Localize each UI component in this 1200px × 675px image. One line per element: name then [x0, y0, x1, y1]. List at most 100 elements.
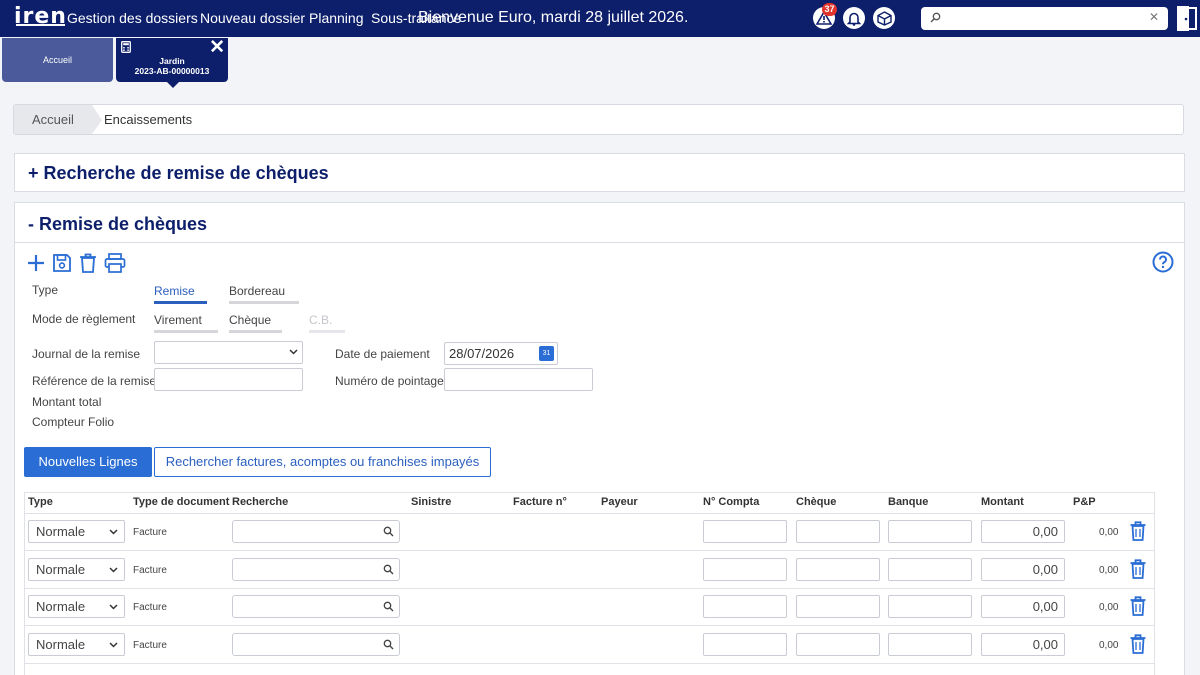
table-row: Normale Facture 0,00 0,00	[25, 589, 1154, 626]
row-type-value: Normale	[36, 561, 86, 577]
notifications-button[interactable]	[843, 7, 865, 29]
new-lines-button[interactable]: Nouvelles Lignes	[24, 447, 152, 477]
row-type-select[interactable]: Normale	[28, 557, 125, 581]
logout-icon[interactable]	[1176, 5, 1198, 32]
row-pp-value: 0,00	[1099, 527, 1119, 538]
col-sinistre: Sinistre	[411, 496, 452, 508]
remise-panel: - Remise de chèques Type Remise Borderea…	[14, 202, 1185, 675]
row-search-input[interactable]	[232, 595, 400, 618]
type-option-bordereau[interactable]: Bordereau	[229, 284, 299, 304]
help-icon[interactable]	[1152, 251, 1174, 273]
table-row: Normale Facture 0,00 0,00	[25, 514, 1154, 551]
col-banque: Banque	[888, 496, 929, 508]
app-logo[interactable]: iren	[14, 4, 67, 29]
row-search-input[interactable]	[232, 632, 400, 656]
row-cheque-input[interactable]	[796, 632, 880, 656]
row-pp-value: 0,00	[1099, 639, 1119, 651]
row-search-input[interactable]	[232, 557, 400, 581]
row-compta-input[interactable]	[703, 632, 787, 656]
lines-table: Type Type de document Recherche Sinistre…	[24, 492, 1155, 675]
mode-option-cb: C.B.	[309, 313, 345, 333]
chevron-down-icon	[289, 349, 298, 355]
pointage-label: Numéro de pointage	[335, 374, 444, 388]
row-compta-input[interactable]	[703, 520, 787, 543]
chevron-down-icon	[109, 566, 118, 573]
journal-select[interactable]	[154, 341, 303, 364]
row-banque-input[interactable]	[888, 557, 972, 581]
chevron-down-icon	[109, 604, 118, 610]
col-cheque: Chèque	[796, 496, 837, 508]
trash-icon[interactable]	[1130, 521, 1146, 541]
box-icon	[876, 10, 892, 26]
mode-label: Mode de règlement	[32, 312, 136, 326]
date-label: Date de paiement	[335, 347, 430, 361]
trash-icon[interactable]	[1130, 558, 1146, 579]
tab-subtitle: 2023-AB-00000013	[134, 66, 210, 76]
welcome-message: Bienvenue Euro, mardi 28 juillet 2026.	[418, 9, 689, 26]
row-type-select[interactable]: Normale	[28, 520, 125, 543]
search-icon	[930, 12, 941, 23]
nav-gestion-dossiers[interactable]: Gestion des dossiers	[67, 10, 198, 26]
table-row: Normale Facture 0,00 0,00	[25, 552, 1154, 589]
calendar-icon[interactable]: 31	[539, 346, 554, 361]
row-banque-input[interactable]	[888, 520, 972, 543]
col-montant: Montant	[981, 496, 1024, 508]
save-icon[interactable]	[52, 253, 72, 273]
row-montant-input[interactable]: 0,00	[981, 557, 1065, 581]
row-type-select[interactable]: Normale	[28, 595, 125, 618]
row-pp-value: 0,00	[1099, 564, 1119, 576]
row-type-value: Normale	[36, 636, 86, 652]
remise-header[interactable]: - Remise de chèques	[28, 214, 207, 235]
search-invoices-button[interactable]: Rechercher factures, acomptes ou franchi…	[154, 447, 491, 477]
top-bar: iren Gestion des dossiers Nouveau dossie…	[0, 0, 1200, 37]
reference-input[interactable]	[154, 368, 303, 391]
trash-icon[interactable]	[79, 253, 97, 273]
mode-option-virement[interactable]: Virement	[154, 313, 218, 333]
row-montant-input[interactable]: 0,00	[981, 520, 1065, 543]
date-paiement-input[interactable]: 28/07/2026 31	[444, 342, 558, 365]
row-cheque-input[interactable]	[796, 557, 880, 581]
col-recherche: Recherche	[232, 496, 289, 508]
breadcrumb: Accueil Encaissements	[13, 104, 1184, 135]
row-compta-input[interactable]	[703, 557, 787, 581]
calculator-icon	[121, 41, 131, 53]
panel-divider	[15, 242, 1184, 243]
trash-icon[interactable]	[1130, 596, 1146, 616]
col-type-document: Type de document	[133, 496, 230, 508]
breadcrumb-separator	[92, 105, 102, 134]
row-type-select[interactable]: Normale	[28, 632, 125, 656]
type-label: Type	[32, 283, 59, 297]
row-banque-input[interactable]	[888, 595, 972, 618]
row-montant-input[interactable]: 0,00	[981, 632, 1065, 656]
trash-icon[interactable]	[1130, 633, 1146, 654]
nav-nouveau-dossier[interactable]: Nouveau dossier	[200, 10, 305, 26]
clear-icon[interactable]: ✕	[1149, 10, 1159, 24]
chevron-down-icon	[109, 529, 118, 535]
type-option-remise[interactable]: Remise	[154, 284, 207, 304]
tab-dossier-jardin[interactable]: ✕ Jardin 2023-AB-00000013	[116, 38, 228, 88]
row-cheque-input[interactable]	[796, 520, 880, 543]
row-doc-type: Facture	[133, 602, 167, 613]
print-icon[interactable]	[104, 253, 126, 273]
nav-planning[interactable]: Planning	[309, 10, 364, 26]
package-button[interactable]	[873, 7, 895, 29]
row-search-input[interactable]	[232, 520, 400, 543]
alert-count-badge: 37	[822, 3, 837, 16]
chevron-down-icon	[109, 641, 118, 648]
breadcrumb-home[interactable]: Accueil	[14, 105, 92, 134]
close-tab-icon[interactable]: ✕	[209, 38, 225, 57]
pointage-input[interactable]	[444, 368, 593, 391]
row-cheque-input[interactable]	[796, 595, 880, 618]
reference-label: Référence de la remise	[32, 374, 157, 388]
mode-option-cheque[interactable]: Chèque	[229, 313, 282, 333]
global-search-input[interactable]: ✕	[921, 7, 1168, 30]
search-remise-header[interactable]: + Recherche de remise de chèques	[28, 163, 329, 184]
col-payeur: Payeur	[601, 496, 638, 508]
tab-accueil[interactable]: Accueil	[2, 38, 113, 82]
breadcrumb-current: Encaissements	[104, 112, 193, 127]
row-montant-input[interactable]: 0,00	[981, 595, 1065, 618]
row-banque-input[interactable]	[888, 632, 972, 656]
row-compta-input[interactable]	[703, 595, 787, 618]
add-icon[interactable]	[26, 253, 46, 273]
col-pp: P&P	[1073, 496, 1096, 508]
